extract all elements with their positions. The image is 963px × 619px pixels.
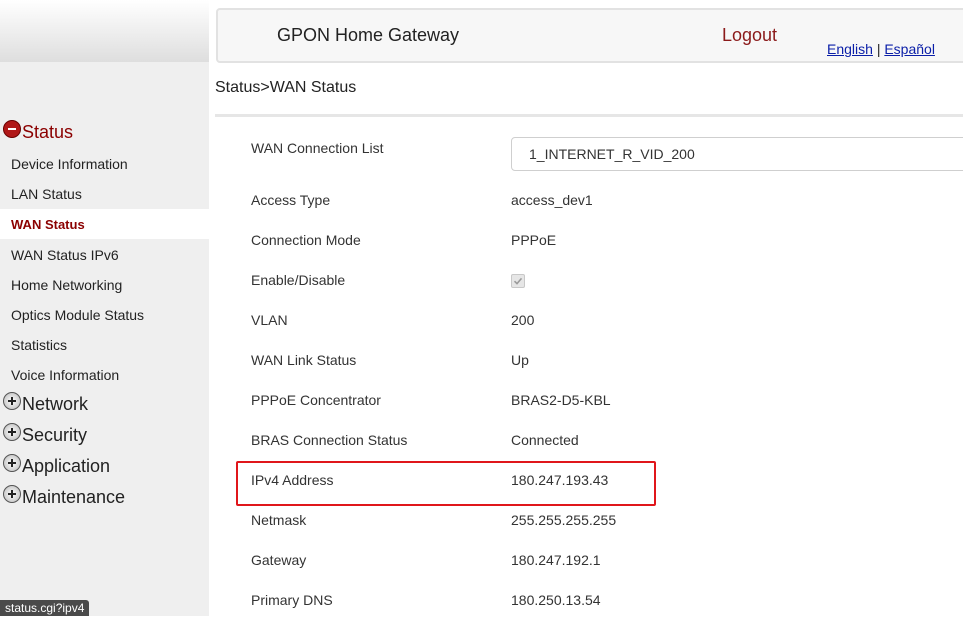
row-label: Netmask (251, 512, 307, 528)
menu-group-label: Network (22, 393, 89, 414)
sidebar-item-label: Voice Information (11, 367, 120, 383)
row-value: access_dev1 (511, 192, 593, 208)
sidebar-item-wan-status[interactable]: WAN Status (0, 209, 209, 239)
sidebar-item-label: LAN Status (11, 186, 82, 202)
row-value: Connected (511, 432, 579, 448)
collapse-icon (3, 120, 21, 138)
sidebar-item-label: Optics Module Status (11, 307, 145, 323)
logo-area (0, 0, 209, 62)
page-title: GPON Home Gateway (277, 25, 460, 45)
sidebar-item-label: WAN Status (11, 216, 85, 232)
sidebar-item-voice-information[interactable]: Voice Information (0, 360, 209, 390)
ipv4-address-value: 180.247.193.43 (511, 472, 609, 488)
row-label: Primary DNS (251, 592, 333, 608)
checkmark-icon (513, 277, 523, 285)
row-value: 180.247.192.1 (511, 552, 601, 568)
menu-group-status[interactable]: Status (0, 120, 73, 144)
wan-connection-list-label: WAN Connection List (251, 140, 384, 156)
sidebar-item-optics-module-status[interactable]: Optics Module Status (0, 300, 209, 330)
sidebar-item-statistics[interactable]: Statistics (0, 330, 209, 360)
language-switcher: English | Español (827, 41, 935, 57)
language-separator: | (876, 41, 881, 57)
expand-icon (3, 392, 21, 410)
row-label: IPv4 Address (251, 472, 334, 488)
logout-button[interactable]: Logout (722, 25, 777, 46)
row-label: PPPoE Concentrator (251, 392, 381, 408)
row-value: 180.250.13.54 (511, 592, 601, 608)
row-label: Enable/Disable (251, 272, 346, 288)
row-value: BRAS2-D5-KBL (511, 392, 611, 408)
menu-group-label: Maintenance (22, 486, 126, 507)
menu-group-security[interactable]: Security (0, 423, 87, 447)
sidebar: Status Device Information LAN Status WAN… (0, 0, 209, 616)
sidebar-item-label: WAN Status IPv6 (11, 247, 119, 263)
expand-icon (3, 485, 21, 503)
row-label: VLAN (251, 312, 288, 328)
menu-group-application[interactable]: Application (0, 454, 110, 478)
sidebar-item-wan-status-ipv6[interactable]: WAN Status IPv6 (0, 240, 209, 270)
sidebar-item-device-information[interactable]: Device Information (0, 149, 209, 179)
menu-group-maintenance[interactable]: Maintenance (0, 485, 125, 509)
wan-connection-select[interactable]: 1_INTERNET_R_VID_200 (511, 137, 963, 171)
row-value: PPPoE (511, 232, 557, 248)
enable-checkbox[interactable] (511, 274, 525, 288)
row-label: WAN Link Status (251, 352, 357, 368)
row-value: Up (511, 352, 529, 368)
sidebar-item-home-networking[interactable]: Home Networking (0, 270, 209, 300)
sidebar-item-label: Home Networking (11, 277, 123, 293)
menu-group-label: Application (22, 455, 111, 476)
expand-icon (3, 454, 21, 472)
expand-icon (3, 423, 21, 441)
breadcrumb: Status>WAN Status (215, 79, 357, 96)
english-link[interactable]: English (827, 41, 873, 57)
menu-group-network[interactable]: Network (0, 392, 88, 416)
sidebar-item-label: Device Information (11, 156, 128, 172)
menu-group-label: Security (22, 424, 88, 445)
row-label: Access Type (251, 192, 331, 208)
row-value: 255.255.255.255 (511, 512, 617, 528)
sidebar-item-label: Statistics (11, 337, 68, 353)
status-bar-url: status.cgi?ipv4 (0, 600, 90, 616)
menu-group-label: Status (22, 121, 74, 142)
header-bar: GPON Home Gateway Logout English | Españ… (216, 8, 963, 63)
row-label: Connection Mode (251, 232, 361, 248)
row-label: Gateway (251, 552, 307, 568)
espanol-link[interactable]: Español (884, 41, 935, 57)
row-value: 200 (511, 312, 535, 328)
row-label: BRAS Connection Status (251, 432, 408, 448)
sidebar-item-lan-status[interactable]: LAN Status (0, 179, 209, 209)
